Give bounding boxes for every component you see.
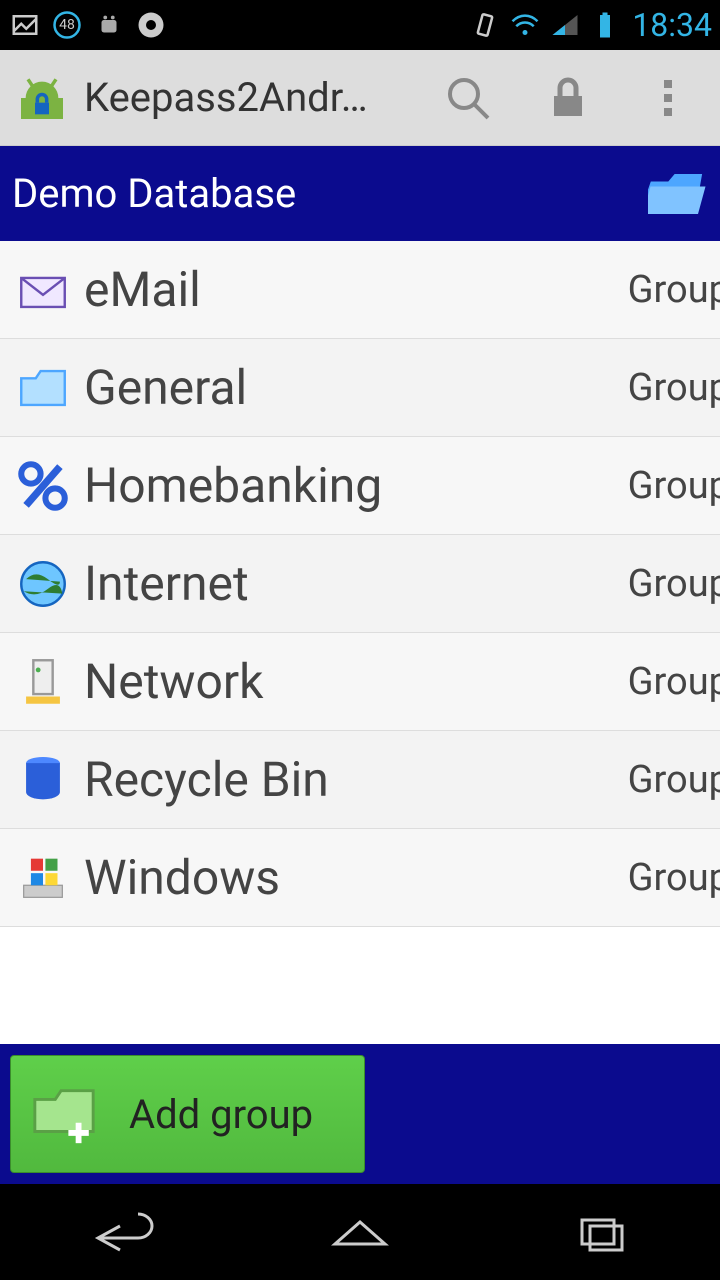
group-label: Internet [84,555,618,612]
group-type: Group [628,758,720,802]
group-type: Group [628,660,720,704]
group-row-network[interactable]: Network Group [0,633,720,731]
group-label: Windows [84,849,618,906]
group-list: eMail Group General Group Homebanking Gr… [0,241,720,1044]
group-label: General [84,359,618,416]
group-label: Network [84,653,618,710]
home-button[interactable] [300,1202,420,1262]
add-group-label: Add group [129,1091,313,1138]
folder-plus-icon [29,1079,99,1149]
status-bar: 48 18:34 [0,0,720,50]
wifi-icon [508,8,542,42]
lock-icon[interactable] [528,58,608,138]
folder-open-icon [648,169,708,219]
picture-icon [8,8,42,42]
server-icon [12,651,74,713]
group-label: Homebanking [84,457,618,514]
globe-icon [12,553,74,615]
group-type: Group [628,562,720,606]
mail-icon [12,259,74,321]
action-bar: Keepass2Andr… [0,50,720,146]
windows-icon [12,847,74,909]
app-icon [12,68,72,128]
bin-icon [12,749,74,811]
bottom-toolbar: Add group [0,1044,720,1184]
vibrate-icon [468,8,502,42]
group-row-email[interactable]: eMail Group [0,241,720,339]
folder-icon [12,357,74,419]
overflow-menu-icon[interactable] [628,58,708,138]
add-group-button[interactable]: Add group [10,1055,365,1173]
group-type: Group [628,856,720,900]
group-row-homebanking[interactable]: Homebanking Group [0,437,720,535]
notification-count-icon: 48 [50,8,84,42]
recent-apps-button[interactable] [540,1202,660,1262]
group-type: Group [628,464,720,508]
battery-icon [588,8,622,42]
group-label: Recycle Bin [84,751,618,808]
group-row-general[interactable]: General Group [0,339,720,437]
back-button[interactable] [60,1202,180,1262]
notification-count: 48 [59,17,75,33]
clock-text: 18:34 [628,6,712,44]
group-type: Group [628,366,720,410]
android-debug-icon [92,8,126,42]
navigation-bar [0,1184,720,1280]
database-header[interactable]: Demo Database [0,146,720,241]
database-title: Demo Database [12,170,648,217]
group-row-windows[interactable]: Windows Group [0,829,720,927]
group-row-recyclebin[interactable]: Recycle Bin Group [0,731,720,829]
group-row-internet[interactable]: Internet Group [0,535,720,633]
search-icon[interactable] [428,58,508,138]
signal-icon [548,8,582,42]
circle-app-icon [134,8,168,42]
percent-icon [12,455,74,517]
group-type: Group [628,268,720,312]
app-title: Keepass2Andr… [84,74,408,121]
group-label: eMail [84,261,618,318]
